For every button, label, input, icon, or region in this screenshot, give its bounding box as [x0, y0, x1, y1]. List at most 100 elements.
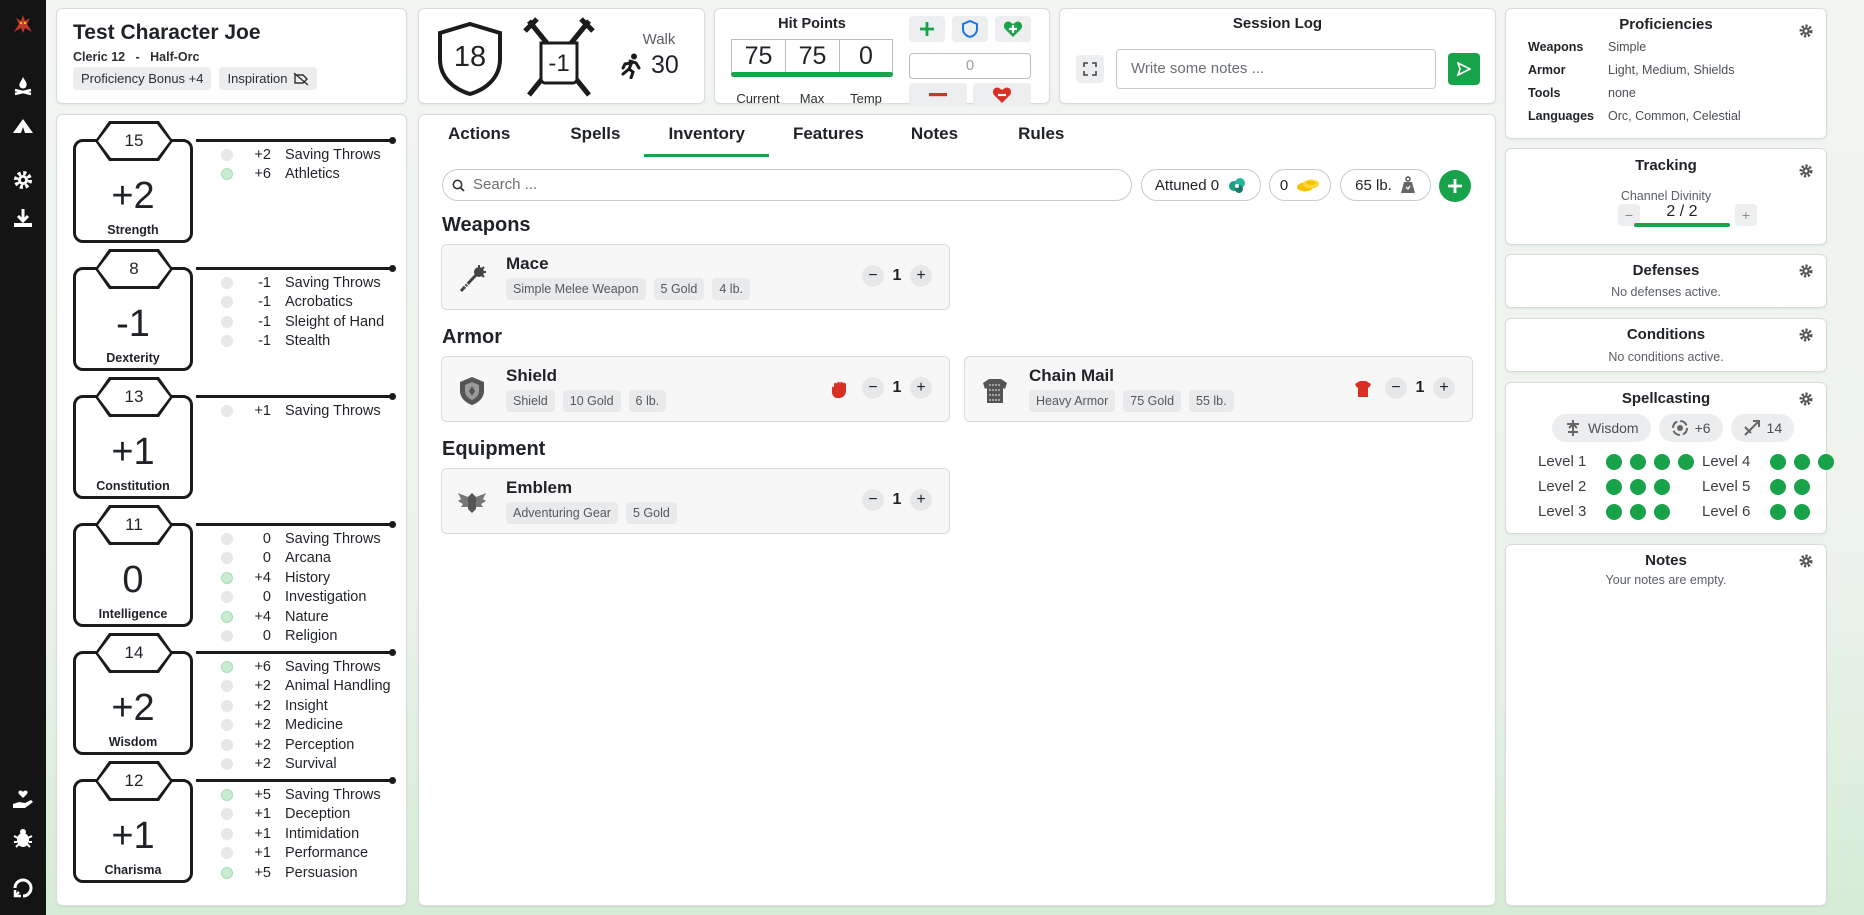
tab-actions[interactable]: Actions [448, 124, 510, 157]
tab-features[interactable]: Features [793, 124, 864, 157]
gear-icon[interactable] [1798, 263, 1814, 279]
subtitle-separator: - [135, 50, 140, 64]
spell-slot-pip[interactable] [1654, 503, 1670, 520]
hp-amount-input[interactable]: 0 [909, 53, 1031, 79]
skill-row[interactable]: -1 Stealth [221, 332, 384, 352]
ability-connector-dot [389, 265, 396, 272]
character-name[interactable]: Test Character Joe [73, 21, 261, 45]
skill-list: +5 Saving Throws +1 Deception +1 Intimidation… [221, 785, 381, 883]
hp-temp[interactable]: 0 [839, 39, 893, 73]
equipped-armor-icon[interactable] [1353, 379, 1373, 399]
spell-slot-pip[interactable] [1630, 478, 1646, 495]
skill-row[interactable]: +2 Animal Handling [221, 677, 391, 697]
skill-row[interactable]: +4 History [221, 568, 381, 588]
weight-filter[interactable]: 65 lb. [1340, 169, 1431, 201]
damage-button[interactable] [909, 83, 967, 107]
skill-row[interactable]: -1 Acrobatics [221, 293, 384, 313]
spell-slot-pip[interactable] [1606, 478, 1622, 495]
skill-row[interactable]: +5 Saving Throws [221, 785, 381, 805]
increase-qty-button[interactable]: + [910, 265, 932, 287]
spell-slot-pip[interactable] [1794, 503, 1810, 520]
expand-log-button[interactable] [1076, 55, 1104, 83]
download-icon[interactable] [9, 204, 37, 232]
inspiration-toggle[interactable]: Inspiration [219, 67, 318, 90]
skill-row[interactable]: +1 Deception [221, 805, 381, 825]
gear-icon[interactable] [1798, 23, 1814, 39]
skill-row[interactable]: +2 Medicine [221, 716, 391, 736]
tracker-increase-button[interactable]: + [1735, 204, 1757, 226]
tab-notes[interactable]: Notes [911, 124, 958, 157]
skill-row[interactable]: +4 Nature [221, 607, 381, 627]
inventory-item-emblem[interactable]: Emblem Adventuring Gear 5 Gold − 1 + [441, 468, 950, 534]
tab-inventory[interactable]: Inventory [644, 124, 769, 157]
skill-row[interactable]: +1 Performance [221, 844, 381, 864]
spell-slot-pip[interactable] [1630, 453, 1646, 470]
heal-button[interactable] [909, 16, 945, 42]
spell-slot-pip[interactable] [1818, 453, 1834, 470]
temp-hp-button[interactable] [952, 16, 988, 42]
spell-slot-pip[interactable] [1794, 453, 1810, 470]
camp-tent-icon[interactable] [9, 112, 37, 140]
tracking-card: Tracking Channel Divinity − 2 / 2 + [1505, 148, 1827, 245]
spell-slot-pip[interactable] [1770, 478, 1786, 495]
decrease-qty-button[interactable]: − [862, 489, 884, 511]
gear-icon[interactable] [1798, 327, 1814, 343]
gear-icon[interactable] [1798, 391, 1814, 407]
spell-slot-pip[interactable] [1654, 453, 1670, 470]
skill-row[interactable]: -1 Sleight of Hand [221, 312, 384, 332]
ability-modifier: 0 [122, 559, 144, 601]
spell-slot-pip[interactable] [1678, 453, 1694, 470]
equipped-fist-icon[interactable] [830, 379, 848, 399]
skill-row[interactable]: 0 Saving Throws [221, 529, 381, 549]
skill-row[interactable]: +5 Persuasion [221, 863, 381, 883]
tab-spells[interactable]: Spells [570, 124, 620, 157]
decrease-qty-button[interactable]: − [862, 377, 884, 399]
gear-icon[interactable] [1798, 553, 1814, 569]
decrease-qty-button[interactable]: − [1385, 377, 1407, 399]
skill-row[interactable]: +1 Saving Throws [221, 401, 381, 421]
add-item-button[interactable] [1439, 170, 1471, 202]
inventory-item-chain-mail[interactable]: Chain Mail Heavy Armor 75 Gold 55 lb. − … [964, 356, 1473, 422]
spell-slot-pip[interactable] [1770, 453, 1786, 470]
dragon-logo-icon[interactable] [9, 10, 37, 38]
hp-max[interactable]: 75 [785, 39, 839, 73]
armor-class-shield[interactable]: 18 [437, 21, 503, 97]
attuned-filter[interactable]: Attuned 0 [1141, 169, 1261, 201]
hp-current[interactable]: 75 [731, 39, 785, 73]
spell-slot-pip[interactable] [1606, 453, 1622, 470]
skill-row[interactable]: +2 Saving Throws [221, 145, 381, 165]
settings-gear-icon[interactable] [9, 166, 37, 194]
bug-report-icon[interactable] [9, 824, 37, 852]
decrease-qty-button[interactable]: − [862, 265, 884, 287]
campfire-icon[interactable] [9, 72, 37, 100]
skill-row[interactable]: 0 Arcana [221, 549, 381, 569]
inventory-item-mace[interactable]: Mace Simple Melee Weapon 5 Gold 4 lb. − … [441, 244, 950, 310]
initiative-badge[interactable]: -1 [523, 17, 595, 101]
skill-row[interactable]: +1 Intimidation [221, 824, 381, 844]
increase-qty-button[interactable]: + [910, 489, 932, 511]
skill-row[interactable]: +2 Insight [221, 696, 391, 716]
max-heal-button[interactable] [995, 16, 1031, 42]
spell-slot-pip[interactable] [1606, 503, 1622, 520]
inventory-item-shield[interactable]: Shield Shield 10 Gold 6 lb. − 1 + [441, 356, 950, 422]
donate-heart-hand-icon[interactable] [9, 786, 37, 814]
spell-slot-pip[interactable] [1630, 503, 1646, 520]
gear-icon[interactable] [1798, 163, 1814, 179]
skill-row[interactable]: +6 Saving Throws [221, 657, 391, 677]
increase-qty-button[interactable]: + [1433, 377, 1455, 399]
tab-rules[interactable]: Rules [1018, 124, 1064, 157]
skill-row[interactable]: +6 Athletics [221, 165, 381, 185]
currency-filter[interactable]: 0 [1269, 169, 1331, 201]
toggle-menu-icon[interactable] [9, 874, 37, 902]
skill-row[interactable]: +2 Perception [221, 735, 391, 755]
session-note-input[interactable]: Write some notes ... [1116, 49, 1436, 89]
skill-row[interactable]: -1 Saving Throws [221, 273, 384, 293]
send-note-button[interactable] [1448, 53, 1480, 85]
spell-slot-pip[interactable] [1654, 478, 1670, 495]
spell-slot-pip[interactable] [1794, 478, 1810, 495]
skill-row[interactable]: 0 Investigation [221, 588, 381, 608]
broken-heart-button[interactable] [973, 83, 1031, 107]
spell-slot-pip[interactable] [1770, 503, 1786, 520]
increase-qty-button[interactable]: + [910, 377, 932, 399]
inventory-search-input[interactable]: Search ... [442, 169, 1132, 201]
